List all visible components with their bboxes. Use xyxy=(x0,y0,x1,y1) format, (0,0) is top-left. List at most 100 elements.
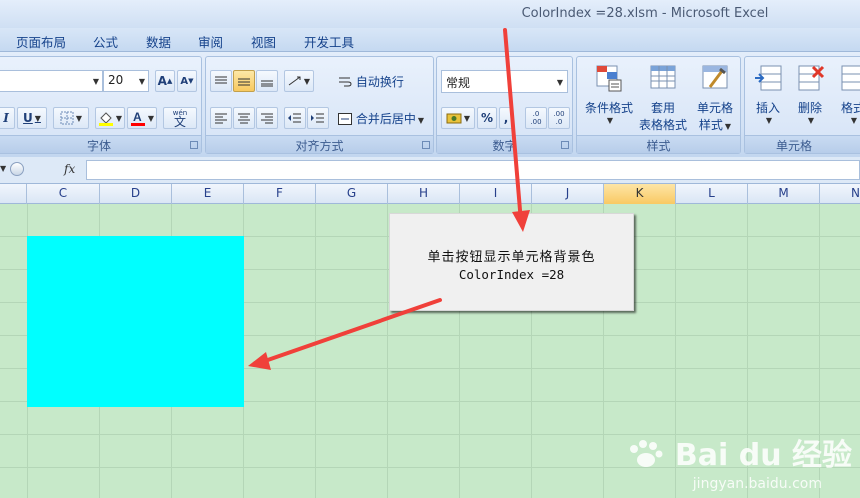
number-dialog-launcher[interactable] xyxy=(561,141,569,149)
orientation-button[interactable]: ▼ xyxy=(284,70,314,92)
conditional-format-button[interactable]: 条件格式 ▼ xyxy=(581,63,637,125)
paw-icon xyxy=(630,440,663,467)
cell-styles-button[interactable]: 单元格 样式 ▼ xyxy=(689,63,741,133)
paint-bucket-icon xyxy=(98,112,113,126)
merge-center-button[interactable]: 合并后居中 ▼ xyxy=(338,110,424,127)
align-center-icon xyxy=(238,113,250,124)
format-cells-button[interactable]: 格式 ▼ xyxy=(833,63,860,125)
align-left-button[interactable] xyxy=(210,107,232,129)
insert-cells-icon xyxy=(755,65,782,91)
column-headers: C D E F G H I J K L M N xyxy=(0,184,860,204)
wrap-text-icon xyxy=(339,77,352,87)
wrap-text-button[interactable]: 自动换行 xyxy=(338,73,404,90)
column-header-d[interactable]: D xyxy=(100,184,172,204)
font-group-label: 字体 xyxy=(0,135,201,153)
align-bottom-button[interactable] xyxy=(256,70,278,92)
increase-indent-button[interactable] xyxy=(307,107,329,129)
column-header-i[interactable]: I xyxy=(460,184,532,204)
cyan-cell-range[interactable] xyxy=(27,236,244,407)
align-top-button[interactable] xyxy=(210,70,232,92)
tab-view[interactable]: 视图 xyxy=(247,31,280,52)
svg-text:A: A xyxy=(133,110,142,124)
tab-formulas[interactable]: 公式 xyxy=(89,31,122,52)
alignment-group: ▼ 自动换行 合并后居中 ▼ 对齐方式 xyxy=(205,56,434,154)
shrink-font-button[interactable]: A ▼ xyxy=(177,70,197,92)
conditional-format-icon xyxy=(596,65,622,92)
formula-bar-splitter[interactable] xyxy=(10,162,24,176)
number-format-box[interactable]: 常规 ▼ xyxy=(441,70,568,93)
popup-line-2: ColorIndex =28 xyxy=(458,267,565,282)
column-header-j[interactable]: J xyxy=(532,184,604,204)
phonetic-button[interactable]: wén 文 xyxy=(163,107,197,129)
align-right-icon xyxy=(261,113,273,124)
font-size-box[interactable]: 20 ▼ xyxy=(103,70,149,92)
styles-group: 条件格式 ▼ 套用 表格格式 单元格 样式 ▼ 样式 xyxy=(576,56,741,154)
tab-data[interactable]: 数据 xyxy=(142,31,175,52)
decrease-indent-button[interactable] xyxy=(284,107,306,129)
title-bar: ColorIndex =28.xlsm - Microsoft Excel xyxy=(0,0,860,28)
column-header-n[interactable]: N xyxy=(820,184,860,204)
formula-bar: ▼ fx xyxy=(0,157,860,184)
format-as-table-button[interactable]: 套用 表格格式 xyxy=(635,63,691,133)
comma-button[interactable]: , xyxy=(499,107,513,129)
grow-font-button[interactable]: A ▲ xyxy=(155,70,175,92)
tab-page-layout[interactable]: 页面布局 xyxy=(12,31,70,52)
align-middle-button[interactable] xyxy=(233,70,255,92)
insert-function-icon[interactable]: fx xyxy=(64,162,75,176)
window-title: ColorIndex =28.xlsm - Microsoft Excel xyxy=(521,6,769,21)
tab-review[interactable]: 审阅 xyxy=(194,31,227,52)
align-top-icon xyxy=(215,76,227,84)
column-header-h[interactable]: H xyxy=(388,184,460,204)
number-group: 常规 ▼ ▼ % , .0 .00 .00 .0 数字 xyxy=(436,56,573,154)
column-header-e[interactable]: E xyxy=(172,184,244,204)
align-left-icon xyxy=(215,113,227,124)
column-header-k[interactable]: K xyxy=(604,184,676,204)
border-button[interactable]: ▼ xyxy=(53,107,89,129)
column-header-blank[interactable] xyxy=(0,184,27,204)
font-dialog-launcher[interactable] xyxy=(190,141,198,149)
show-color-button[interactable]: 单击按钮显示单元格背景色 ColorIndex =28 xyxy=(389,213,634,311)
column-header-g[interactable]: G xyxy=(316,184,388,204)
ribbon: ▼ 20 ▼ A ▲ A ▼ I U ▼ ▼ ▼ A ▼ wén 文 字体 ▼ 自动换行 xyxy=(0,52,860,157)
column-header-l[interactable]: L xyxy=(676,184,748,204)
decrease-decimal-button[interactable]: .00 .0 xyxy=(548,107,570,129)
delete-cells-icon xyxy=(798,65,825,91)
increase-indent-icon xyxy=(311,113,324,123)
insert-cells-button[interactable]: 插入 ▼ xyxy=(747,63,789,125)
popup-line-1: 单击按钮显示单元格背景色 xyxy=(427,250,596,265)
formula-input[interactable] xyxy=(86,160,860,180)
column-header-c[interactable]: C xyxy=(27,184,100,204)
table-format-icon xyxy=(650,65,676,89)
merge-center-icon xyxy=(338,113,352,125)
align-middle-icon xyxy=(238,78,250,86)
align-right-button[interactable] xyxy=(256,107,278,129)
font-group: ▼ 20 ▼ A ▲ A ▼ I U ▼ ▼ ▼ A ▼ wén 文 字体 xyxy=(0,56,202,154)
styles-group-label: 样式 xyxy=(577,135,740,153)
currency-button[interactable]: ▼ xyxy=(441,107,475,129)
delete-cells-button[interactable]: 删除 ▼ xyxy=(789,63,831,125)
currency-icon xyxy=(446,113,462,124)
baidu-watermark: Bai du 经验 xyxy=(626,430,852,474)
alignment-dialog-launcher[interactable] xyxy=(422,141,430,149)
column-header-m[interactable]: M xyxy=(748,184,820,204)
text-orientation-icon xyxy=(288,76,301,86)
underline-button[interactable]: U ▼ xyxy=(17,107,47,129)
fill-color-button[interactable]: ▼ xyxy=(95,107,125,129)
column-header-f[interactable]: F xyxy=(244,184,316,204)
align-bottom-icon xyxy=(261,80,273,87)
increase-decimal-button[interactable]: .0 .00 xyxy=(525,107,547,129)
cell-styles-icon xyxy=(702,65,728,89)
font-color-button[interactable]: A ▼ xyxy=(127,107,157,129)
cells-group: 插入 ▼ 删除 ▼ 格式 ▼ 单元格 xyxy=(744,56,860,154)
italic-button[interactable]: I xyxy=(0,107,15,129)
ribbon-tabs: 页面布局 公式 数据 审阅 视图 开发工具 xyxy=(0,28,860,52)
number-group-label: 数字 xyxy=(437,135,572,153)
name-box-dropdown[interactable]: ▼ xyxy=(0,164,6,173)
watermark-url: jingyan.baidu.com xyxy=(692,476,822,492)
alignment-group-label: 对齐方式 xyxy=(206,135,433,153)
decrease-indent-icon xyxy=(288,113,301,123)
font-name-box[interactable]: ▼ xyxy=(0,70,103,92)
percent-button[interactable]: % xyxy=(477,107,497,129)
align-center-button[interactable] xyxy=(233,107,255,129)
tab-developer[interactable]: 开发工具 xyxy=(300,31,358,52)
